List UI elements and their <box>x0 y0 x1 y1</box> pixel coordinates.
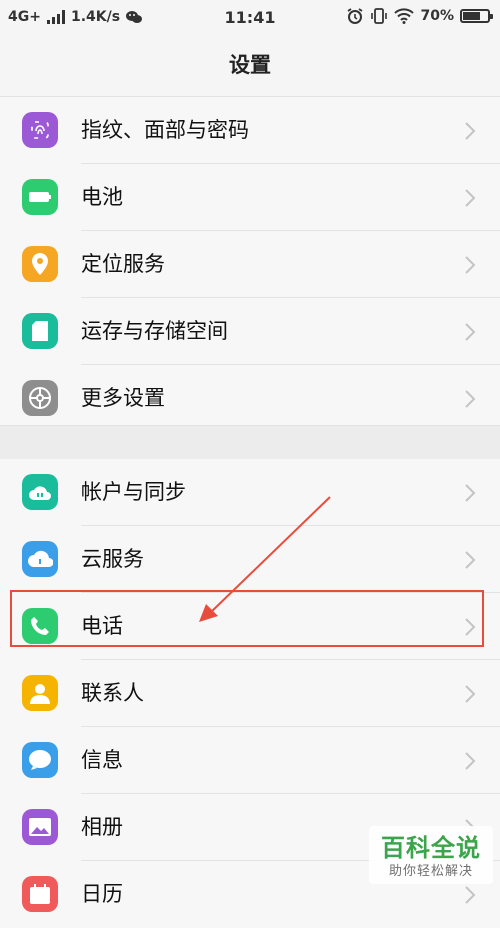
annotation-arrow <box>199 496 331 622</box>
watermark-logo: 百科全说 助你轻松解决 <box>369 826 493 884</box>
watermark-title: 百科全说 <box>381 834 481 862</box>
watermark-subtitle: 助你轻松解决 <box>388 864 473 879</box>
